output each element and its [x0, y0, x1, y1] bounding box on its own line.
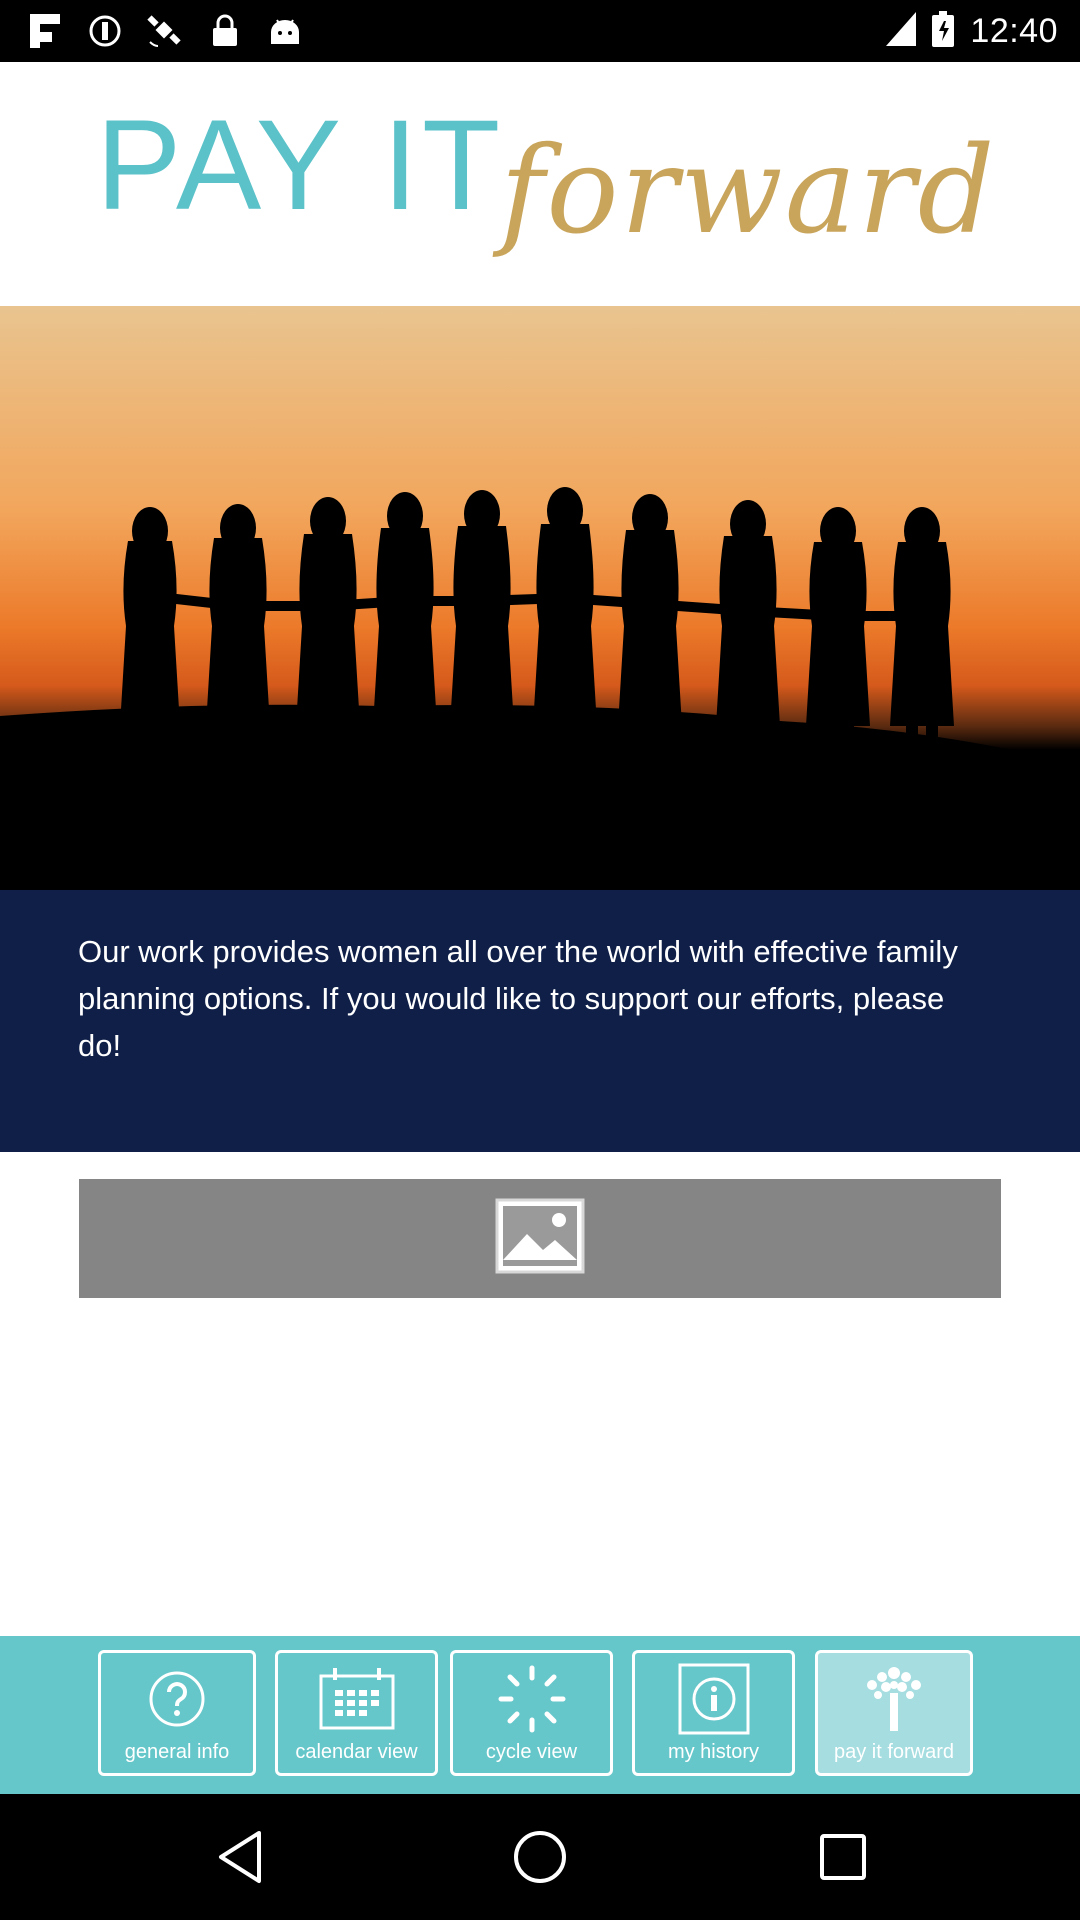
donate-image-placeholder[interactable] — [79, 1179, 1001, 1298]
flipboard-icon — [26, 12, 64, 50]
battery-icon — [932, 10, 955, 52]
tree-icon — [858, 1663, 930, 1735]
app-header: PAY IT forward — [0, 62, 1080, 306]
status-icons-left — [26, 10, 304, 52]
circle-minus-icon — [86, 12, 124, 50]
tab-calendar-view[interactable]: calendar view — [275, 1650, 438, 1776]
bottom-tab-bar: general info calendar view cycle view my… — [0, 1636, 1080, 1794]
silhouette-illustration — [0, 487, 1080, 890]
logo-text-primary: PAY IT — [96, 94, 505, 237]
tab-label: calendar view — [295, 1741, 418, 1763]
home-button[interactable] — [505, 1822, 575, 1892]
android-icon — [266, 12, 304, 50]
back-icon — [219, 1831, 261, 1883]
cycle-icon — [497, 1663, 567, 1735]
lock-icon — [206, 12, 244, 50]
tab-label: pay it forward — [833, 1741, 955, 1763]
home-icon — [514, 1831, 566, 1883]
recents-icon — [820, 1834, 866, 1880]
recents-button[interactable] — [808, 1822, 878, 1892]
tab-my-history[interactable]: my history — [632, 1650, 795, 1776]
back-button[interactable] — [205, 1822, 275, 1892]
info-text: Our work provides women all over the wor… — [78, 934, 958, 1063]
image-placeholder-icon — [495, 1198, 585, 1279]
tab-label: cycle view — [485, 1741, 578, 1763]
info-panel: Our work provides women all over the wor… — [0, 890, 1080, 1152]
question-icon — [147, 1663, 207, 1735]
info-icon — [674, 1663, 754, 1735]
logo-text-script: forward — [500, 122, 997, 261]
system-navigation-bar — [0, 1794, 1080, 1920]
tab-label: general info — [124, 1741, 230, 1763]
signal-icon — [886, 11, 917, 51]
tab-label: my history — [667, 1741, 760, 1763]
status-icons-right: 12:40 — [886, 8, 1058, 54]
hero-image — [0, 306, 1080, 890]
tab-general-info[interactable]: general info — [98, 1650, 256, 1776]
calendar-icon — [319, 1663, 395, 1735]
tab-pay-it-forward[interactable]: pay it forward — [815, 1650, 973, 1776]
satellite-icon — [146, 12, 184, 50]
tab-cycle-view[interactable]: cycle view — [450, 1650, 613, 1776]
status-bar: 12:40 — [0, 0, 1080, 62]
status-time: 12:40 — [970, 11, 1058, 50]
